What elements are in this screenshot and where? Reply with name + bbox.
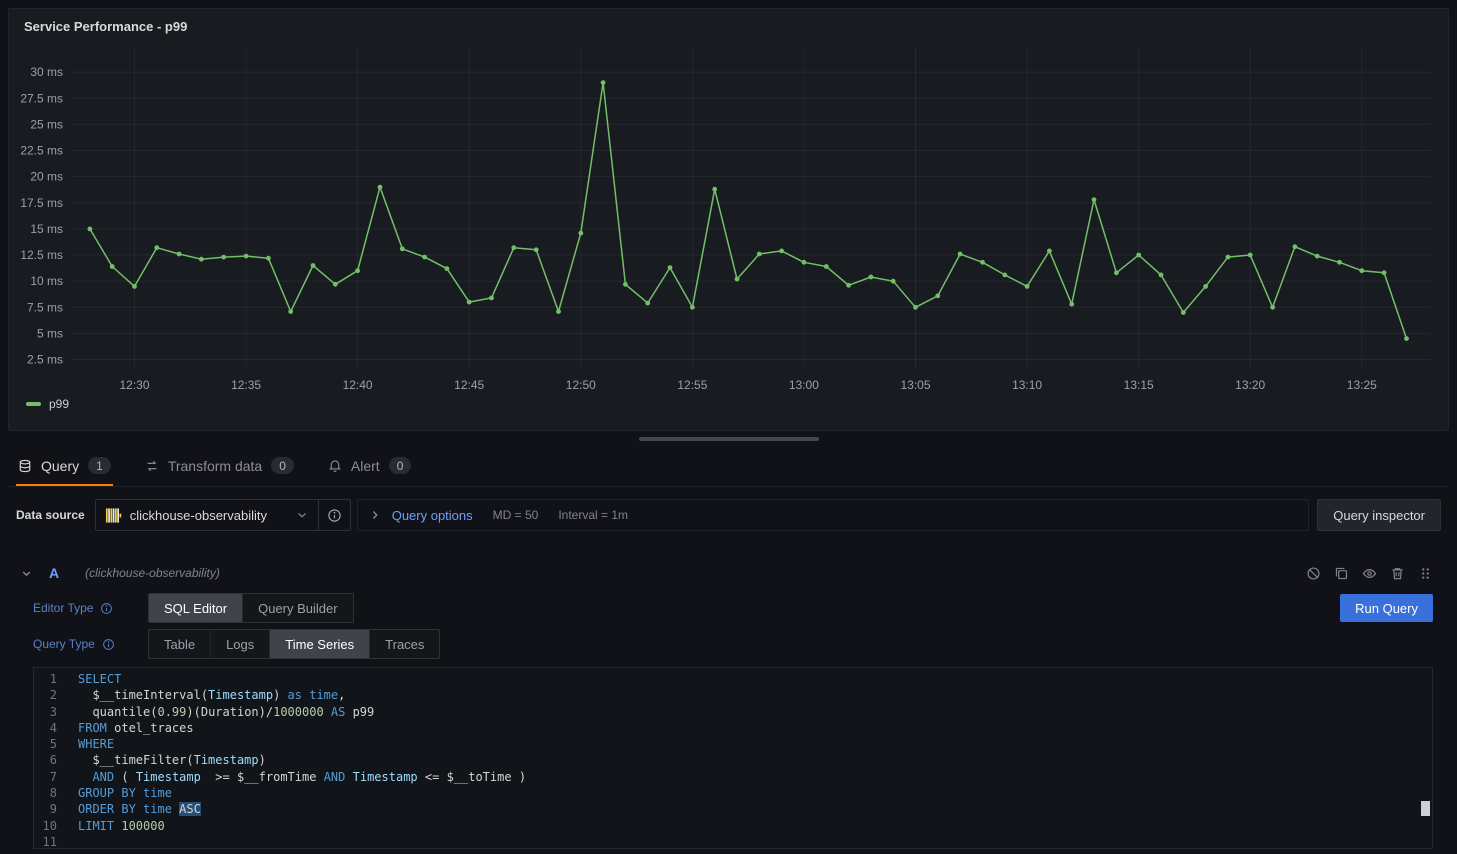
clickhouse-logo-icon bbox=[105, 507, 122, 524]
grafana-query-page: Service Performance - p99 2.5 ms 5 ms 7.5 … bbox=[0, 0, 1457, 854]
tab-label: Transform data bbox=[168, 458, 262, 474]
collapse-chevron-icon[interactable] bbox=[20, 567, 33, 580]
code-lines[interactable]: SELECT $__timeInterval(Timestamp) as tim… bbox=[78, 671, 526, 848]
code-gutter: 1234567891011 bbox=[34, 671, 76, 848]
svg-text:30 ms: 30 ms bbox=[30, 65, 63, 79]
query-type-group: Table Logs Time Series Traces bbox=[148, 629, 440, 659]
query-type-row: Query Type Table Logs Time Series Traces bbox=[33, 629, 1433, 659]
query-options-interval: Interval = 1m bbox=[558, 508, 628, 522]
hide-response-eye-icon[interactable] bbox=[1362, 566, 1377, 581]
query-row: A (clickhouse-observability) bbox=[8, 559, 1449, 849]
datasource-picker[interactable]: clickhouse-observability bbox=[95, 499, 319, 531]
panel-header[interactable]: Service Performance - p99 bbox=[20, 14, 1437, 38]
tab-alert[interactable]: Alert 0 bbox=[326, 445, 413, 486]
tab-query[interactable]: Query 1 bbox=[16, 445, 113, 486]
tab-label: Alert bbox=[351, 458, 380, 474]
info-circle-icon[interactable] bbox=[102, 638, 115, 651]
chart-legend: p99 bbox=[20, 397, 1437, 411]
panel-title: Service Performance - p99 bbox=[20, 19, 187, 34]
editor-type-field-label: Editor Type bbox=[33, 601, 148, 615]
query-type-traces[interactable]: Traces bbox=[369, 630, 439, 658]
query-editor-tabs: Query 1 Transform data 0 Alert 0 bbox=[8, 445, 1449, 487]
datasource-help-button[interactable] bbox=[319, 499, 351, 531]
tab-count-badge: 1 bbox=[88, 457, 111, 474]
editor-type-group: SQL Editor Query Builder bbox=[148, 593, 354, 623]
svg-text:7.5 ms: 7.5 ms bbox=[27, 300, 63, 314]
query-row-header: A (clickhouse-observability) bbox=[20, 559, 1433, 587]
editor-type-label: Editor Type bbox=[33, 601, 93, 615]
svg-text:10 ms: 10 ms bbox=[30, 274, 63, 288]
svg-text:12:35: 12:35 bbox=[231, 378, 261, 392]
svg-text:12:50: 12:50 bbox=[566, 378, 596, 392]
angle-right-icon[interactable] bbox=[368, 508, 382, 522]
svg-text:12:40: 12:40 bbox=[343, 378, 373, 392]
query-type-label: Query Type bbox=[33, 637, 95, 651]
svg-text:20 ms: 20 ms bbox=[30, 170, 63, 184]
legend-series-marker bbox=[26, 402, 41, 406]
chevron-down-icon bbox=[295, 508, 309, 522]
database-icon bbox=[18, 459, 32, 473]
query-toolbar: Data source clickhouse-observability Que… bbox=[8, 499, 1449, 531]
drag-handle-icon[interactable] bbox=[1418, 566, 1433, 581]
query-row-body: Editor Type SQL Editor Query Builder Run… bbox=[33, 593, 1433, 849]
tab-count-badge: 0 bbox=[271, 457, 294, 474]
svg-text:13:20: 13:20 bbox=[1235, 378, 1265, 392]
editor-type-query-builder[interactable]: Query Builder bbox=[242, 594, 352, 622]
tab-count-badge: 0 bbox=[389, 457, 412, 474]
editor-overview-cursor bbox=[1421, 801, 1430, 816]
timeseries-chart[interactable]: 2.5 ms 5 ms 7.5 ms 10 ms 12.5 ms 15 ms 17.5 ms… bbox=[20, 38, 1437, 396]
query-options-toggle[interactable]: Query options bbox=[392, 508, 473, 523]
duplicate-query-icon[interactable] bbox=[1334, 566, 1349, 581]
query-options-bar[interactable]: Query options MD = 50 Interval = 1m bbox=[357, 499, 1310, 531]
tab-transform-data[interactable]: Transform data 0 bbox=[143, 445, 296, 486]
svg-text:22.5 ms: 22.5 ms bbox=[20, 144, 63, 158]
query-type-table[interactable]: Table bbox=[149, 630, 210, 658]
svg-text:12:45: 12:45 bbox=[454, 378, 484, 392]
svg-text:25 ms: 25 ms bbox=[30, 117, 63, 131]
query-row-actions bbox=[1306, 566, 1433, 581]
datasource-label: Data source bbox=[16, 508, 85, 522]
query-type-field-label: Query Type bbox=[33, 637, 148, 651]
svg-text:12:55: 12:55 bbox=[677, 378, 707, 392]
svg-text:12.5 ms: 12.5 ms bbox=[20, 248, 63, 262]
svg-text:13:10: 13:10 bbox=[1012, 378, 1042, 392]
svg-text:13:05: 13:05 bbox=[900, 378, 930, 392]
transform-arrows-icon bbox=[145, 459, 159, 473]
svg-text:12:30: 12:30 bbox=[119, 378, 149, 392]
datasource-value: clickhouse-observability bbox=[130, 508, 267, 523]
svg-text:13:25: 13:25 bbox=[1347, 378, 1377, 392]
svg-text:5 ms: 5 ms bbox=[37, 326, 63, 340]
info-circle-icon[interactable] bbox=[100, 602, 113, 615]
editor-type-row: Editor Type SQL Editor Query Builder Run… bbox=[33, 593, 1433, 623]
remove-query-trash-icon[interactable] bbox=[1390, 566, 1405, 581]
info-circle-icon bbox=[327, 508, 342, 523]
horizontal-scrollbar[interactable] bbox=[639, 437, 819, 441]
bell-icon bbox=[328, 459, 342, 473]
query-type-time-series[interactable]: Time Series bbox=[269, 630, 369, 658]
query-options-md: MD = 50 bbox=[493, 508, 539, 522]
svg-text:17.5 ms: 17.5 ms bbox=[20, 196, 63, 210]
svg-text:27.5 ms: 27.5 ms bbox=[20, 91, 63, 105]
query-type-logs[interactable]: Logs bbox=[210, 630, 269, 658]
svg-text:15 ms: 15 ms bbox=[30, 222, 63, 236]
run-query-button[interactable]: Run Query bbox=[1340, 594, 1433, 622]
sql-code-editor[interactable]: 1234567891011 SELECT $__timeInterval(Tim… bbox=[33, 667, 1433, 849]
query-inspector-button[interactable]: Query inspector bbox=[1317, 499, 1441, 531]
legend-series-label[interactable]: p99 bbox=[49, 397, 69, 411]
timeseries-panel: Service Performance - p99 2.5 ms 5 ms 7.5 … bbox=[8, 8, 1449, 431]
query-ref-id[interactable]: A bbox=[49, 565, 59, 581]
disable-query-icon[interactable] bbox=[1306, 566, 1321, 581]
editor-type-sql-editor[interactable]: SQL Editor bbox=[149, 594, 242, 622]
svg-text:13:15: 13:15 bbox=[1124, 378, 1154, 392]
svg-text:13:00: 13:00 bbox=[789, 378, 819, 392]
tab-label: Query bbox=[41, 458, 79, 474]
query-datasource-hint: (clickhouse-observability) bbox=[85, 566, 220, 580]
svg-text:2.5 ms: 2.5 ms bbox=[27, 353, 63, 367]
